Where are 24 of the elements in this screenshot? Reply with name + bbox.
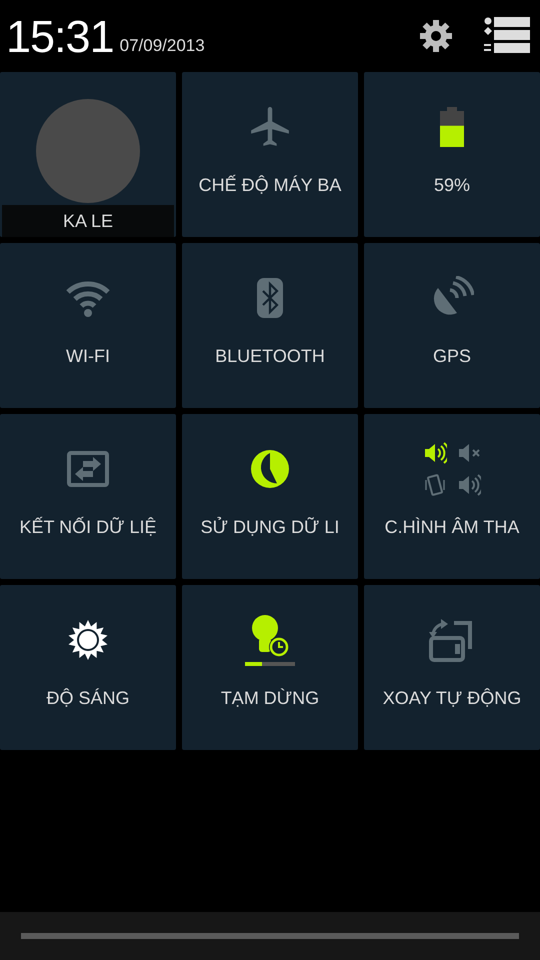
quick-setting-tile[interactable]: WI-FI [0, 243, 176, 408]
quick-setting-tile[interactable]: SỬ DỤNG DỮ LI [182, 414, 358, 579]
battery-icon [440, 107, 464, 147]
quick-setting-tile[interactable]: BLUETOOTH [182, 243, 358, 408]
drag-handle[interactable] [21, 933, 519, 939]
quick-setting-tile[interactable]: ĐỘ SÁNG [0, 585, 176, 750]
timeout-bar [245, 662, 295, 666]
avatar-icon [35, 98, 141, 204]
settings-icon[interactable] [418, 18, 454, 54]
quick-setting-tile[interactable]: XOAY TỰ ĐỘNG [364, 585, 540, 750]
quick-setting-tile[interactable]: 59% [364, 72, 540, 237]
quick-setting-tile[interactable]: GPS [364, 243, 540, 408]
quick-setting-tile[interactable]: CHẾ ĐỘ MÁY BA [182, 72, 358, 237]
quick-setting-tile[interactable]: C.HÌNH ÂM THA [364, 414, 540, 579]
date-text: 07/09/2013 [120, 36, 205, 56]
sun-icon [68, 620, 108, 660]
clock-time: 15:31 [6, 14, 114, 58]
vibrating-phone-icon[interactable] [423, 473, 447, 497]
quick-setting-tile[interactable]: KẾT NỐI DỮ LIỆ [0, 414, 176, 579]
list-icon[interactable] [484, 17, 530, 55]
profile-tile[interactable]: KA LE [0, 72, 176, 237]
speaker-icon[interactable] [423, 441, 447, 465]
quick-setting-tile[interactable]: TẠM DỪNG [182, 585, 358, 750]
muted-speaker-icon[interactable] [457, 441, 481, 465]
